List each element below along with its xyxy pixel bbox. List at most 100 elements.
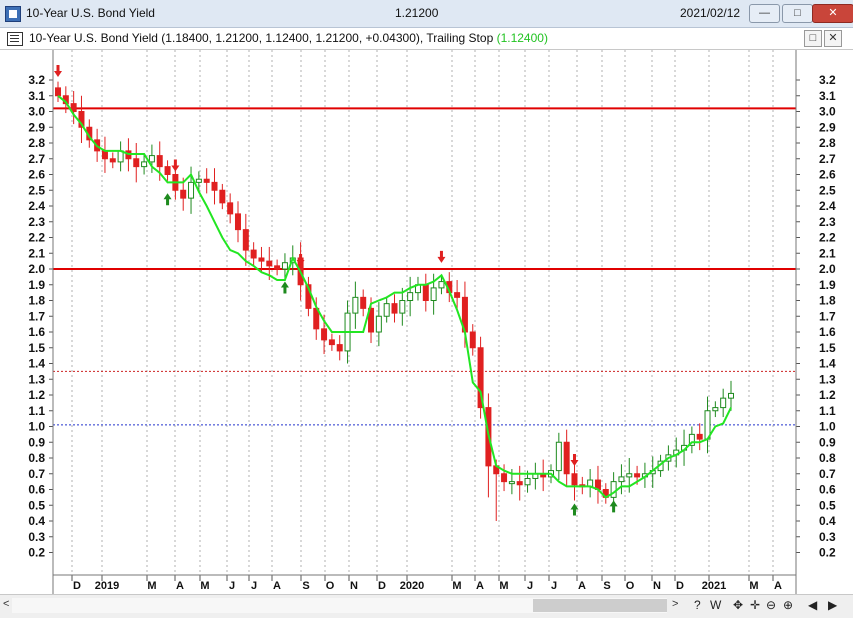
y-tick-label: 2.0 bbox=[819, 262, 836, 276]
y-tick-label: 0.4 bbox=[819, 514, 836, 528]
candle-body bbox=[610, 481, 617, 498]
x-tick-label: 2021 bbox=[702, 580, 726, 592]
y-tick-label: 0.3 bbox=[28, 530, 45, 544]
candle-body bbox=[712, 407, 719, 412]
y-tick-label: 1.9 bbox=[819, 278, 836, 292]
y-tick-label: 1.6 bbox=[819, 325, 836, 339]
y-tick-label: 2.8 bbox=[28, 136, 45, 150]
scroll-forward-icon[interactable]: ▶ bbox=[828, 598, 837, 612]
app-icon bbox=[5, 6, 21, 22]
y-tick-label: 1.5 bbox=[819, 341, 836, 355]
y-tick-label: 1.7 bbox=[819, 309, 836, 323]
candle-body bbox=[188, 181, 195, 199]
candle-body bbox=[634, 473, 641, 478]
minimize-icon[interactable]: — bbox=[749, 4, 780, 23]
candle-body bbox=[571, 473, 578, 486]
y-tick-label: 1.3 bbox=[28, 372, 45, 386]
y-tick-label: 0.3 bbox=[819, 530, 836, 544]
y-tick-label: 1.5 bbox=[28, 341, 45, 355]
y-tick-label: 0.9 bbox=[819, 435, 836, 449]
x-tick-label: J bbox=[527, 580, 533, 592]
candle-body bbox=[508, 481, 515, 485]
x-tick-label: M bbox=[499, 580, 508, 592]
zoom-in-icon[interactable]: ⊕ bbox=[783, 598, 793, 612]
y-tick-label: 2.7 bbox=[819, 152, 836, 166]
x-tick-label: J bbox=[551, 580, 557, 592]
weekly-icon[interactable]: W bbox=[710, 598, 721, 612]
y-tick-label: 1.0 bbox=[28, 420, 45, 434]
candle-body bbox=[375, 315, 382, 333]
zoom-out-icon[interactable]: ⊖ bbox=[766, 598, 776, 612]
y-tick-label: 3.1 bbox=[819, 89, 836, 103]
y-tick-label: 0.8 bbox=[819, 451, 836, 465]
y-tick-label: 1.2 bbox=[28, 388, 45, 402]
y-tick-label: 0.5 bbox=[28, 498, 45, 512]
x-tick-label: M bbox=[452, 580, 461, 592]
move-icon[interactable]: ✥ bbox=[733, 598, 743, 612]
candle-body bbox=[422, 284, 429, 301]
y-tick-label: 0.2 bbox=[819, 546, 836, 560]
candle-body bbox=[360, 296, 367, 309]
y-tick-label: 1.9 bbox=[28, 278, 45, 292]
scroll-back-icon[interactable]: ◀ bbox=[808, 598, 817, 612]
y-tick-label: 2.3 bbox=[819, 215, 836, 229]
candle-body bbox=[242, 229, 249, 251]
candle-body bbox=[438, 281, 445, 289]
x-tick-label: O bbox=[626, 580, 635, 592]
y-tick-label: 3.0 bbox=[819, 105, 836, 119]
y-tick-label: 1.2 bbox=[819, 388, 836, 402]
x-tick-label: O bbox=[326, 580, 335, 592]
candle-body bbox=[696, 433, 703, 440]
crosshair-icon[interactable]: ✛ bbox=[750, 598, 760, 612]
y-tick-label: 0.9 bbox=[28, 435, 45, 449]
y-tick-label: 0.6 bbox=[28, 483, 45, 497]
x-tick-label: D bbox=[676, 580, 684, 592]
y-tick-label: 3.1 bbox=[28, 89, 45, 103]
y-tick-label: 2.0 bbox=[28, 262, 45, 276]
candle-body bbox=[55, 87, 61, 97]
x-tick-label: M bbox=[147, 580, 156, 592]
candle-body bbox=[563, 441, 570, 475]
candle-body bbox=[227, 202, 234, 215]
candle-body bbox=[524, 477, 531, 486]
pane-legend-text: 10-Year U.S. Bond Yield (1.18400, 1.2120… bbox=[29, 31, 497, 45]
scroll-thumb[interactable] bbox=[533, 599, 667, 612]
horizontal-scrollbar[interactable]: < > ? W ✥ ✛ ⊖ ⊕ ◀ ▶ bbox=[0, 594, 853, 618]
candle-body bbox=[720, 397, 727, 409]
help-icon[interactable]: ? bbox=[694, 598, 701, 612]
y-tick-label: 0.2 bbox=[28, 546, 45, 560]
candle-body bbox=[274, 265, 281, 270]
y-tick-label: 2.7 bbox=[28, 152, 45, 166]
maximize-icon[interactable]: □ bbox=[782, 4, 813, 23]
candle-body bbox=[180, 189, 187, 199]
last-price: 1.21200 bbox=[395, 6, 439, 20]
candle-body bbox=[234, 213, 241, 231]
candle-body bbox=[399, 300, 406, 314]
pane-legend: 10-Year U.S. Bond Yield (1.18400, 1.2120… bbox=[29, 31, 548, 45]
pane-icon bbox=[7, 32, 23, 46]
candle-body bbox=[101, 150, 108, 160]
close-icon[interactable]: ✕ bbox=[812, 4, 853, 23]
candle-body bbox=[618, 476, 625, 483]
price-chart[interactable]: 3.23.13.02.92.82.72.62.52.42.32.22.12.01… bbox=[0, 50, 853, 594]
y-tick-label: 2.3 bbox=[28, 215, 45, 229]
x-tick-label: A bbox=[476, 580, 484, 592]
candle-body bbox=[156, 155, 163, 168]
y-tick-label: 2.1 bbox=[819, 246, 836, 260]
x-tick-label: J bbox=[251, 580, 257, 592]
y-tick-label: 1.4 bbox=[819, 357, 836, 371]
scroll-right-arrow-icon[interactable]: > bbox=[672, 598, 678, 610]
scroll-left-arrow-icon[interactable]: < bbox=[3, 598, 9, 610]
candle-body bbox=[555, 441, 562, 472]
candle-body bbox=[211, 181, 218, 191]
x-tick-label: A bbox=[273, 580, 281, 592]
y-tick-label: 1.8 bbox=[28, 294, 45, 308]
x-tick-label: N bbox=[653, 580, 661, 592]
pane-maximize-icon[interactable]: □ bbox=[804, 30, 822, 47]
candle-body bbox=[352, 296, 359, 314]
y-tick-label: 1.3 bbox=[819, 372, 836, 386]
pane-close-icon[interactable]: ✕ bbox=[824, 30, 842, 47]
x-tick-label: J bbox=[229, 580, 235, 592]
candle-body bbox=[133, 158, 140, 168]
x-tick-label: S bbox=[603, 580, 610, 592]
